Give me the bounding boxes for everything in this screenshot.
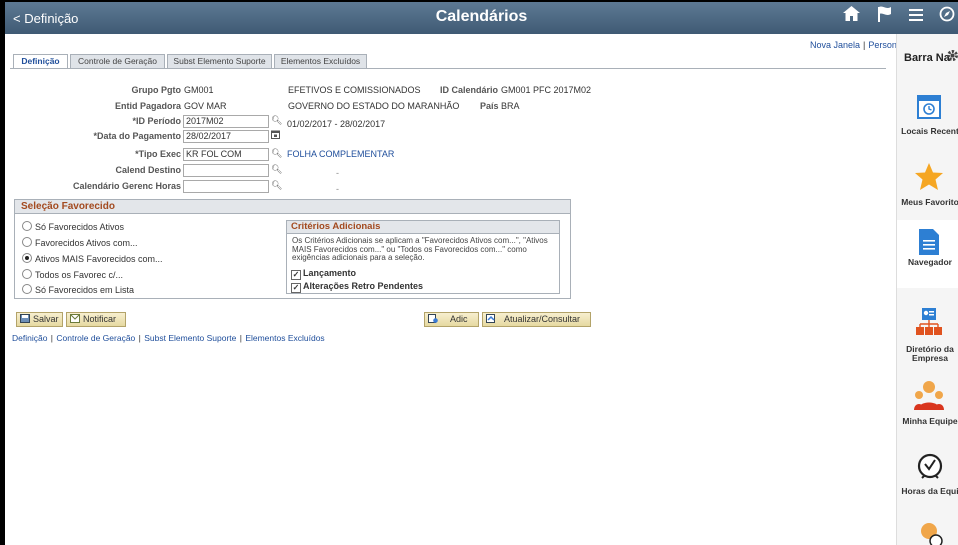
grupo-pgto-label: Grupo Pgto: [131, 85, 182, 95]
entid-pagadora-label: Entid Pagadora: [114, 101, 181, 111]
nav-bar-title: Barra Na: [904, 52, 950, 64]
criterios-description: Os Critérios Adicionais se aplicam a "Fa…: [292, 236, 548, 262]
tab-subst-elemento[interactable]: Subst Elemento Suporte: [167, 54, 272, 68]
nav-bar: Barra Na Locais Recent Meus Favorito Nav…: [896, 34, 958, 545]
criterios-adicionais-title: Critérios Adicionais: [291, 221, 381, 232]
calendario-gerenc-desc: -: [336, 184, 339, 194]
pais-value: BRA: [501, 101, 520, 111]
save-button[interactable]: Salvar: [16, 312, 63, 327]
data-pagamento-label: *Data do Pagamento: [93, 131, 181, 141]
nav-item-meus-favoritos[interactable]: Meus Favorito: [897, 160, 958, 222]
calendario-gerenc-input[interactable]: [183, 180, 269, 193]
search-icon[interactable]: 🔍︎: [271, 164, 282, 175]
entid-pagadora-value: GOV MAR: [184, 101, 227, 111]
home-icon[interactable]: [843, 6, 860, 26]
calendario-gerenc-label: Calendário Gerenc Horas: [72, 181, 181, 191]
add-button[interactable]: Adic: [424, 312, 479, 327]
gear-icon[interactable]: [946, 49, 958, 64]
tipo-exec-desc: FOLHA COMPLEMENTAR: [287, 149, 395, 159]
radio-so-favorecidos-ativos[interactable]: Só Favorecidos Ativos: [22, 221, 124, 232]
tipo-exec-input[interactable]: KR FOL COM: [183, 148, 269, 161]
data-pagamento-input[interactable]: 28/02/2017: [183, 130, 269, 143]
bottom-link-definicao[interactable]: Definição: [12, 333, 47, 343]
compass-icon[interactable]: [939, 6, 955, 27]
radio-circle-selected[interactable]: [22, 253, 32, 263]
tab-definicao[interactable]: Definição: [13, 54, 68, 69]
calend-destino-input[interactable]: [183, 164, 269, 177]
id-periodo-input[interactable]: 2017M02: [183, 115, 269, 128]
radio-favorecidos-ativos-com[interactable]: Favorecidos Ativos com...: [22, 237, 138, 248]
bottom-links: Definição | Controle de Geração | Subst …: [12, 333, 325, 343]
star-icon: [914, 162, 944, 193]
search-icon[interactable]: 🔍︎: [271, 180, 282, 191]
document-icon: [919, 229, 939, 257]
checkbox-lancamento[interactable]: ✓ Lançamento: [291, 268, 356, 280]
team-icon: [914, 380, 944, 414]
entid-pagadora-desc: GOVERNO DO ESTADO DO MARANHÃO: [288, 101, 460, 111]
checkbox-box[interactable]: ✓: [291, 270, 301, 280]
calendar-clock-icon: [917, 93, 941, 121]
update-query-button[interactable]: Atualizar/Consultar: [482, 312, 591, 327]
calend-destino-label: Calend Destino: [115, 165, 181, 175]
grupo-pgto-desc: EFETIVOS E COMISSIONADOS: [288, 85, 421, 95]
clock-icon: [917, 452, 943, 482]
update-icon: [486, 314, 496, 323]
new-window-link[interactable]: Nova Janela: [810, 40, 860, 50]
notify-icon: [70, 314, 80, 323]
nav-item-minha-equipe[interactable]: Minha Equipe: [897, 380, 958, 436]
app-window: < Definição Calendários Nova Janela | Pers…: [0, 0, 958, 545]
periodo-range: 01/02/2017 - 28/02/2017: [287, 119, 386, 129]
radio-circle[interactable]: [22, 237, 32, 247]
page-title: Calendários: [435, 8, 528, 25]
notify-button[interactable]: Notificar: [66, 312, 126, 327]
grupo-pgto-value: GM001: [184, 85, 214, 95]
nav-item-locais-recentes[interactable]: Locais Recent: [897, 90, 958, 150]
org-chart-icon: [916, 308, 942, 340]
tab-controle-geracao[interactable]: Controle de Geração: [70, 54, 165, 68]
save-icon: [20, 314, 30, 323]
radio-circle[interactable]: [22, 221, 32, 231]
radio-todos-favorec[interactable]: Todos os Favorec c/...: [22, 269, 123, 280]
id-calendario-value: GM001 PFC 2017M02: [501, 85, 592, 95]
tipo-exec-label: *Tipo Exec: [135, 149, 181, 159]
radio-circle[interactable]: [22, 269, 32, 279]
bottom-link-subst-elemento[interactable]: Subst Elemento Suporte: [144, 333, 236, 343]
nav-item-horas-equipe[interactable]: Horas da Equi: [897, 450, 958, 506]
top-links: Nova Janela | Persona: [810, 40, 902, 50]
id-periodo-label: *ID Período: [132, 116, 181, 126]
bottom-link-elementos-excluidos[interactable]: Elementos Excluídos: [245, 333, 324, 343]
calend-destino-desc: -: [336, 168, 339, 178]
nav-item-navegador[interactable]: Navegador: [897, 220, 958, 288]
checkbox-box[interactable]: ✓: [291, 283, 301, 293]
id-calendario-label: ID Calendário: [440, 85, 499, 95]
radio-circle[interactable]: [22, 284, 32, 294]
bottom-link-controle-geracao[interactable]: Controle de Geração: [56, 333, 135, 343]
radio-ativos-mais-favorecidos[interactable]: Ativos MAIS Favorecidos com...: [22, 253, 163, 264]
checkbox-alteracoes-retro[interactable]: ✓ Alterações Retro Pendentes: [291, 281, 423, 293]
person-icon: [917, 522, 943, 545]
calendar-icon[interactable]: [271, 130, 280, 141]
search-icon[interactable]: 🔍︎: [271, 148, 282, 159]
pais-label: País: [480, 101, 499, 111]
menu-icon[interactable]: [909, 6, 923, 26]
header-bar: < Definição Calendários: [5, 2, 958, 34]
tab-elementos-excluidos[interactable]: Elementos Excluídos: [274, 54, 367, 68]
nav-item-diretorio-empresa[interactable]: Diretório da Empresa: [897, 306, 958, 372]
tab-divider: [10, 68, 886, 69]
search-icon[interactable]: 🔍︎: [271, 115, 282, 126]
add-icon: [428, 314, 438, 323]
radio-so-favorecidos-lista[interactable]: Só Favorecidos em Lista: [22, 284, 134, 295]
selecao-favorecido-title: Seleção Favorecido: [21, 201, 115, 212]
flag-icon[interactable]: [877, 6, 892, 27]
